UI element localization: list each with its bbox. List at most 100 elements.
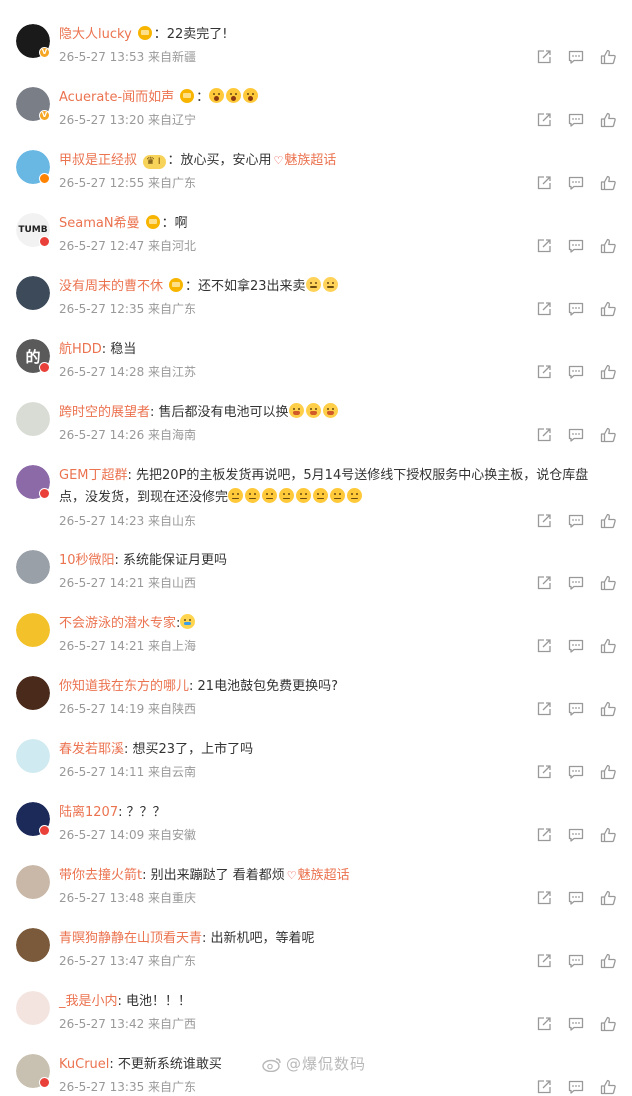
username-link[interactable]: GEM丁超群 — [59, 468, 128, 483]
user-avatar[interactable] — [16, 550, 50, 584]
comment-body: ：啊 — [161, 216, 188, 231]
share-icon[interactable] — [535, 1078, 553, 1096]
share-icon[interactable] — [535, 512, 553, 530]
comment-icon[interactable] — [567, 363, 585, 381]
username-link[interactable]: KuCruel — [59, 1057, 109, 1072]
share-icon[interactable] — [535, 889, 553, 907]
username-link[interactable]: Acuerate-闻而如声 — [59, 90, 174, 105]
username-link[interactable]: 你知道我在东方的哪儿 — [59, 679, 189, 694]
comment-time: 26-5-27 13:35 — [59, 1080, 145, 1094]
comment-actions — [535, 300, 617, 318]
comment-icon[interactable] — [567, 637, 585, 655]
comment-text-line: 陆离1207: ？？？ — [59, 802, 612, 824]
username-link[interactable]: SeamaN希曼 — [59, 216, 140, 231]
comment-location: 来自广西 — [144, 1017, 197, 1031]
comment-icon[interactable] — [567, 574, 585, 592]
like-icon[interactable] — [599, 48, 617, 66]
username-link[interactable]: _我是小内 — [59, 994, 118, 1009]
share-icon[interactable] — [535, 1015, 553, 1033]
comment-actions — [535, 174, 617, 192]
share-icon[interactable] — [535, 826, 553, 844]
like-icon[interactable] — [599, 574, 617, 592]
comment-icon[interactable] — [567, 826, 585, 844]
sad-emoji-icon — [245, 488, 261, 503]
comment-location: 来自重庆 — [144, 891, 197, 905]
comment-icon[interactable] — [567, 889, 585, 907]
verified-badge-icon — [39, 362, 50, 373]
topic-link[interactable]: 魅族超话 — [284, 153, 336, 168]
user-avatar[interactable] — [16, 991, 50, 1025]
share-icon[interactable] — [535, 637, 553, 655]
share-icon[interactable] — [535, 763, 553, 781]
username-link[interactable]: 春发若耶溪 — [59, 742, 124, 757]
share-icon[interactable] — [535, 300, 553, 318]
topic-link[interactable]: 魅族超话 — [298, 868, 350, 883]
user-avatar[interactable] — [16, 865, 50, 899]
comment-location: 来自辽宁 — [144, 113, 197, 127]
username-link[interactable]: 跨时空的展望者 — [59, 405, 150, 420]
comment-icon[interactable] — [567, 426, 585, 444]
user-avatar[interactable] — [16, 613, 50, 647]
comment-icon[interactable] — [567, 512, 585, 530]
comment-icon[interactable] — [567, 111, 585, 129]
username-link[interactable]: 航HDD — [59, 342, 102, 357]
comment-icon[interactable] — [567, 48, 585, 66]
comment-text-line: 甲叔是正经叔 ♛ I ：放心买，安心用 ♡魅族超话 — [59, 150, 612, 172]
username-link[interactable]: 隐大人lucky — [59, 27, 132, 42]
user-avatar[interactable] — [16, 676, 50, 710]
fan-badge-icon — [137, 26, 152, 40]
username-link[interactable]: 不会游泳的潜水专家 — [59, 616, 176, 631]
comment-body: ：放心买，安心用 — [167, 153, 272, 168]
comment-body: : 别出来蹦跶了 看着都烦 — [142, 868, 285, 883]
like-icon[interactable] — [599, 952, 617, 970]
share-icon[interactable] — [535, 700, 553, 718]
comment-meta: 26-5-27 13:42 来自广西 — [59, 1015, 196, 1033]
like-icon[interactable] — [599, 174, 617, 192]
share-icon[interactable] — [535, 574, 553, 592]
sad-emoji-icon — [262, 488, 278, 503]
comment-icon[interactable] — [567, 1078, 585, 1096]
comment-icon[interactable] — [567, 763, 585, 781]
user-avatar[interactable] — [16, 402, 50, 436]
comment-actions — [535, 111, 617, 129]
like-icon[interactable] — [599, 237, 617, 255]
like-icon[interactable] — [599, 637, 617, 655]
username-link[interactable]: 青暝狗静静在山顶看天青 — [59, 931, 202, 946]
comment-actions — [535, 1078, 617, 1096]
like-icon[interactable] — [599, 763, 617, 781]
comment-time: 26-5-27 12:47 — [59, 239, 145, 253]
user-avatar[interactable] — [16, 739, 50, 773]
like-icon[interactable] — [599, 889, 617, 907]
like-icon[interactable] — [599, 1078, 617, 1096]
like-icon[interactable] — [599, 363, 617, 381]
username-link[interactable]: 带你去撞火箭t — [59, 868, 142, 883]
user-avatar[interactable] — [16, 928, 50, 962]
comment-icon[interactable] — [567, 300, 585, 318]
username-link[interactable]: 没有周末的曹不休 — [59, 279, 163, 294]
comment-icon[interactable] — [567, 174, 585, 192]
like-icon[interactable] — [599, 512, 617, 530]
comment-icon[interactable] — [567, 700, 585, 718]
share-icon[interactable] — [535, 48, 553, 66]
heart-icon: ♡ — [286, 869, 297, 882]
comment-icon[interactable] — [567, 952, 585, 970]
like-icon[interactable] — [599, 300, 617, 318]
user-avatar[interactable] — [16, 276, 50, 310]
share-icon[interactable] — [535, 952, 553, 970]
like-icon[interactable] — [599, 111, 617, 129]
like-icon[interactable] — [599, 700, 617, 718]
comment-meta: 26-5-27 12:55 来自广东 — [59, 174, 196, 192]
like-icon[interactable] — [599, 826, 617, 844]
like-icon[interactable] — [599, 426, 617, 444]
username-link[interactable]: 甲叔是正经叔 — [59, 153, 137, 168]
share-icon[interactable] — [535, 237, 553, 255]
share-icon[interactable] — [535, 363, 553, 381]
comment-icon[interactable] — [567, 1015, 585, 1033]
share-icon[interactable] — [535, 111, 553, 129]
share-icon[interactable] — [535, 174, 553, 192]
share-icon[interactable] — [535, 426, 553, 444]
like-icon[interactable] — [599, 1015, 617, 1033]
username-link[interactable]: 10秒微阳 — [59, 553, 115, 568]
comment-icon[interactable] — [567, 237, 585, 255]
username-link[interactable]: 陆离1207 — [59, 805, 118, 820]
